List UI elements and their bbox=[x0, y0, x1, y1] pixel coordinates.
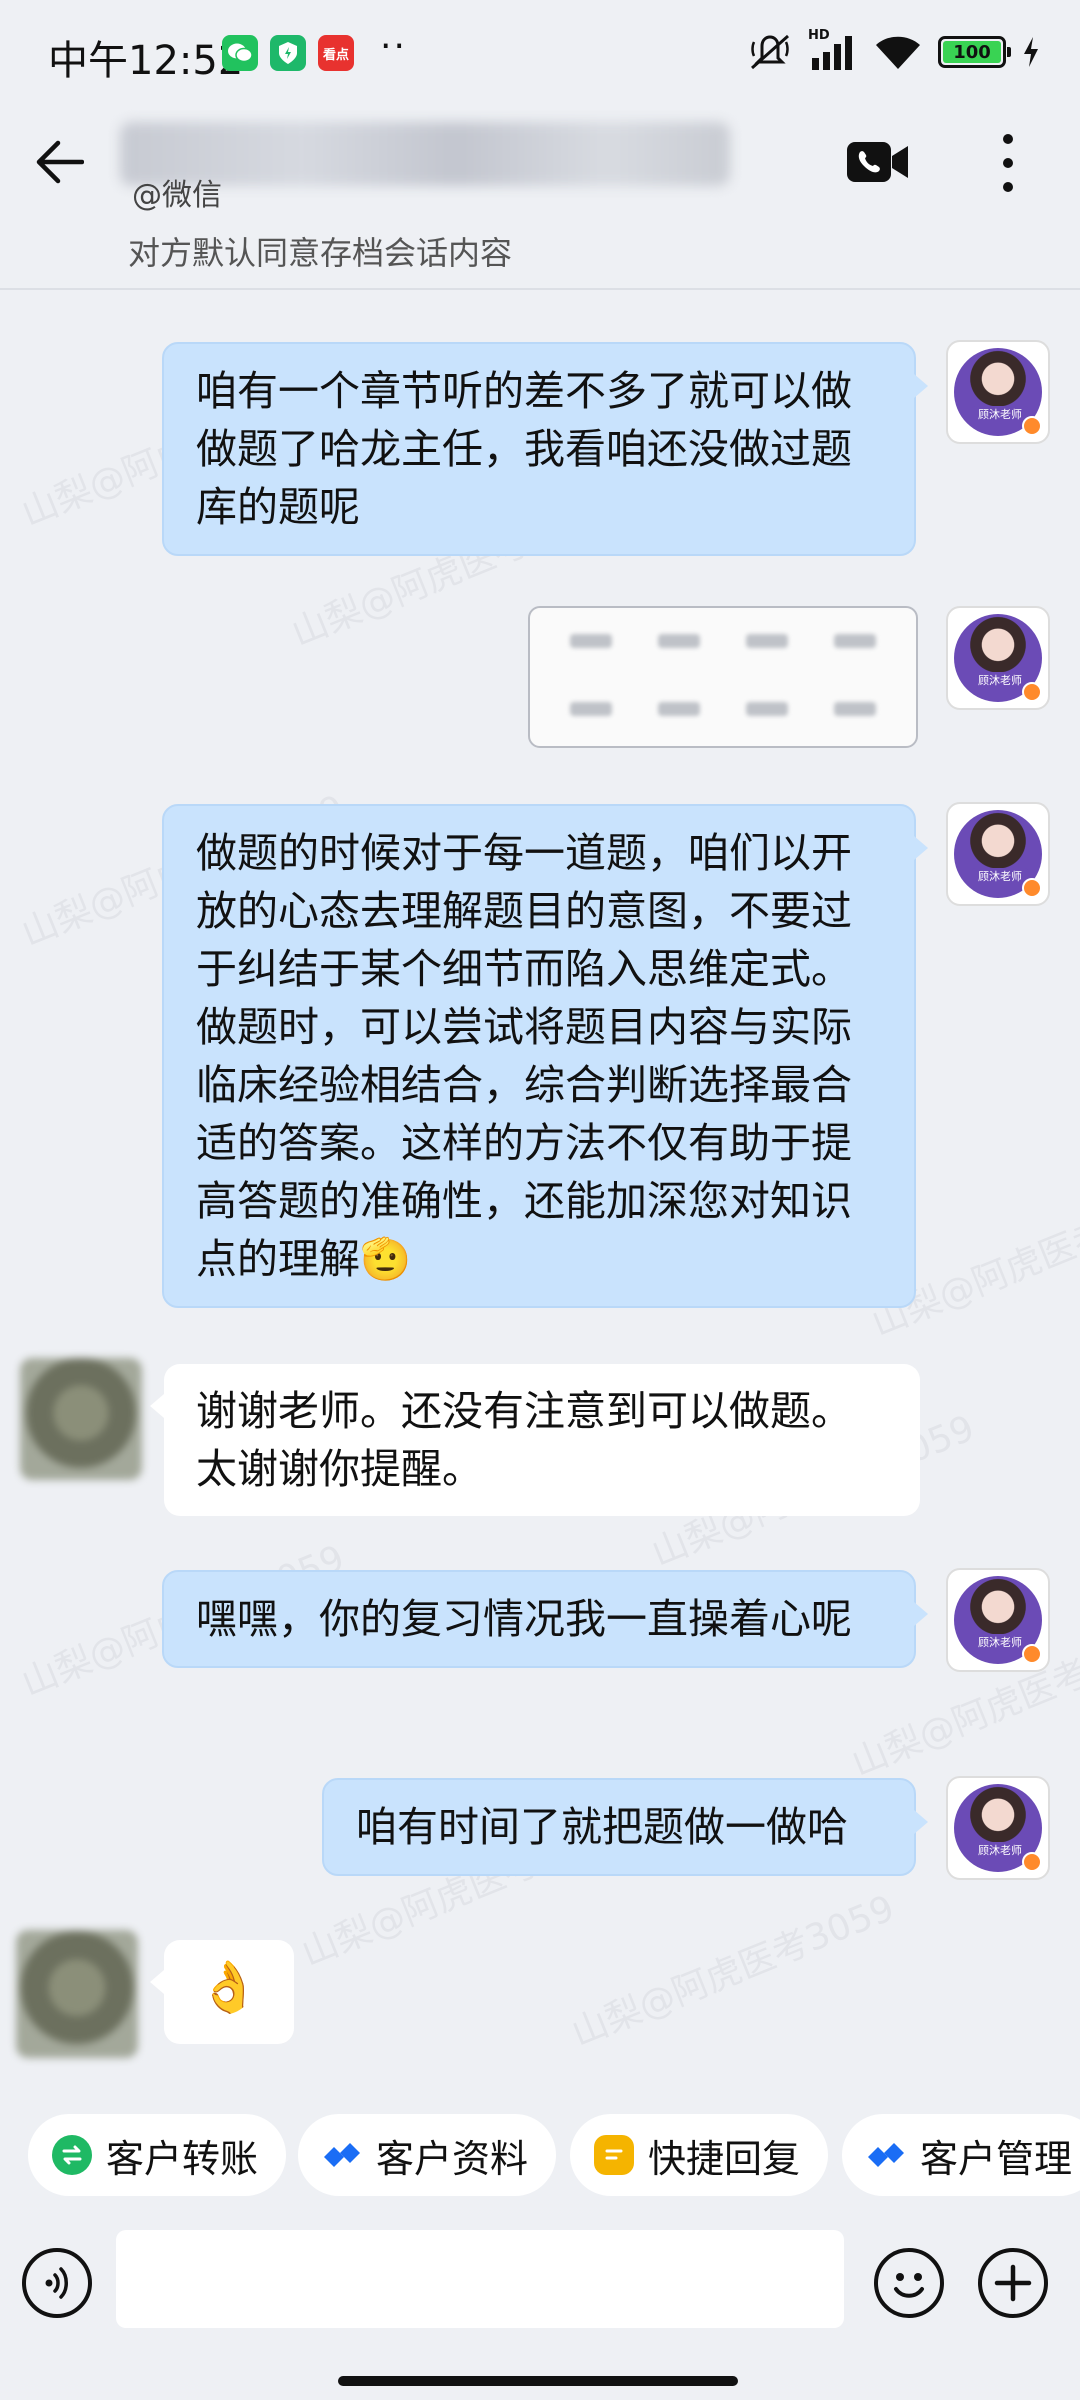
message-bubble-outgoing[interactable]: 咱有一个章节听的差不多了就可以做做题了哈龙主任，我看咱还没做过题库的题呢 bbox=[162, 342, 928, 556]
chip-label: 客户转账 bbox=[106, 2136, 259, 2181]
status-indicators: HD 100 bbox=[748, 28, 1040, 74]
video-call-button[interactable] bbox=[846, 138, 910, 186]
archive-notice: 对方默认同意存档会话内容 bbox=[128, 234, 513, 272]
kandian-icon: 看点 bbox=[318, 35, 354, 71]
customer-management-button[interactable]: 客户管理 bbox=[842, 2114, 1080, 2196]
more-options-button[interactable] bbox=[988, 128, 1028, 198]
message-bubble-incoming[interactable]: 谢谢老师。还没有注意到可以做题。太谢谢你提醒。 bbox=[150, 1364, 920, 1516]
avatar-label: 顾沐老师 bbox=[972, 406, 1028, 424]
charging-icon bbox=[1024, 37, 1038, 67]
mute-icon bbox=[751, 34, 789, 70]
avatar-label: 顾沐老师 bbox=[972, 1842, 1028, 1860]
voice-icon bbox=[45, 2267, 68, 2299]
avatar-label: 顾沐老师 bbox=[972, 868, 1028, 886]
customer-transfer-button[interactable]: 客户转账 bbox=[28, 2114, 287, 2196]
status-more-dots: ·· bbox=[380, 26, 407, 67]
chip-label: 客户资料 bbox=[376, 2136, 529, 2181]
chip-label: 快捷回复 bbox=[648, 2136, 801, 2181]
message-bubble-outgoing[interactable]: 咱有时间了就把题做一做哈 bbox=[322, 1778, 928, 1876]
contact-avatar[interactable] bbox=[20, 1358, 142, 1480]
quick-action-bar: 客户转账 客户资料 快捷回复 客户管理 bbox=[0, 2086, 1080, 2226]
voice-input-button[interactable] bbox=[22, 2248, 92, 2318]
shield-icon bbox=[270, 35, 306, 71]
wechat-icon bbox=[222, 35, 258, 71]
contact-avatar[interactable] bbox=[16, 1930, 138, 2058]
transfer-icon bbox=[52, 2135, 92, 2175]
battery-level: 100 bbox=[943, 41, 1001, 63]
image-content-redacted bbox=[570, 634, 876, 650]
manage-icon bbox=[866, 2135, 906, 2175]
self-avatar[interactable]: 顾沐老师 bbox=[946, 1568, 1050, 1672]
message-text: 咱有一个章节听的差不多了就可以做做题了哈龙主任，我看咱还没做过题库的题呢 bbox=[196, 367, 852, 531]
avatar-label: 顾沐老师 bbox=[972, 1634, 1028, 1652]
self-avatar[interactable]: 顾沐老师 bbox=[946, 1776, 1050, 1880]
status-app-icons: 看点 bbox=[222, 35, 354, 71]
more-actions-button[interactable] bbox=[978, 2248, 1048, 2318]
self-avatar[interactable]: 顾沐老师 bbox=[946, 340, 1050, 444]
signal-icon: HD bbox=[808, 28, 858, 72]
message-bubble-incoming[interactable]: 👌 bbox=[150, 1940, 294, 2044]
image-message[interactable] bbox=[528, 606, 918, 748]
avatar-badge-icon bbox=[1022, 682, 1042, 702]
message-text: 咱有时间了就把题做一做哈 bbox=[356, 1803, 848, 1851]
contact-source: @微信 bbox=[132, 178, 222, 213]
self-avatar[interactable]: 顾沐老师 bbox=[946, 802, 1050, 906]
self-avatar[interactable]: 顾沐老师 bbox=[946, 606, 1050, 710]
avatar-badge-icon bbox=[1022, 878, 1042, 898]
profile-icon bbox=[322, 2135, 362, 2175]
chat-message-list[interactable]: 山梨@阿虎医考3059 山梨@阿虎医考3059 山梨@阿虎医考3059 山梨@阿… bbox=[0, 292, 1080, 2086]
ok-hand-emoji-icon: 👌 bbox=[197, 1958, 261, 2016]
emoji-button[interactable] bbox=[874, 2248, 944, 2318]
message-input[interactable] bbox=[116, 2230, 844, 2328]
message-text: 嘿嘿，你的复习情况我一直操着心呢 bbox=[196, 1595, 852, 1643]
video-call-icon bbox=[847, 142, 908, 182]
avatar-badge-icon bbox=[1022, 416, 1042, 436]
message-input-bar bbox=[0, 2226, 1080, 2356]
avatar-badge-icon bbox=[1022, 1852, 1042, 1872]
message-bubble-outgoing[interactable]: 做题的时候对于每一道题，咱们以开放的心态去理解题目的意图，不要过于纠结于某个细节… bbox=[162, 804, 928, 1308]
battery-icon: 100 bbox=[938, 36, 1011, 68]
more-dot bbox=[1003, 134, 1013, 144]
smiley-icon bbox=[894, 2273, 924, 2298]
status-time: 中午12:52 bbox=[48, 38, 244, 84]
more-dot bbox=[1003, 158, 1013, 168]
image-content-redacted bbox=[570, 702, 876, 718]
back-button[interactable] bbox=[28, 130, 92, 194]
back-arrow-icon bbox=[36, 140, 84, 184]
more-dot bbox=[1003, 182, 1013, 192]
watermark: 山梨@阿虎医考3059 bbox=[566, 1887, 901, 2055]
status-bar: 中午12:52 看点 ·· HD 100 bbox=[0, 0, 1080, 108]
message-text: 谢谢老师。还没有注意到可以做题。太谢谢你提醒。 bbox=[196, 1387, 852, 1493]
customer-profile-button[interactable]: 客户资料 bbox=[298, 2114, 557, 2196]
home-indicator[interactable] bbox=[338, 2376, 738, 2386]
quick-reply-button[interactable]: 快捷回复 bbox=[570, 2114, 829, 2196]
avatar-label: 顾沐老师 bbox=[972, 672, 1028, 690]
avatar-badge-icon bbox=[1022, 1644, 1042, 1664]
chip-label: 客户管理 bbox=[920, 2136, 1073, 2181]
message-bubble-outgoing[interactable]: 嘿嘿，你的复习情况我一直操着心呢 bbox=[162, 1570, 928, 1668]
quick-reply-icon bbox=[594, 2135, 634, 2175]
chat-header: @微信 对方默认同意存档会话内容 bbox=[0, 108, 1080, 290]
salute-emoji-icon: 🫡 bbox=[360, 1235, 412, 1283]
message-text: 做题的时候对于每一道题，咱们以开放的心态去理解题目的意图，不要过于纠结于某个细节… bbox=[196, 829, 852, 1283]
plus-icon bbox=[994, 2264, 1032, 2302]
wifi-icon bbox=[876, 36, 920, 69]
